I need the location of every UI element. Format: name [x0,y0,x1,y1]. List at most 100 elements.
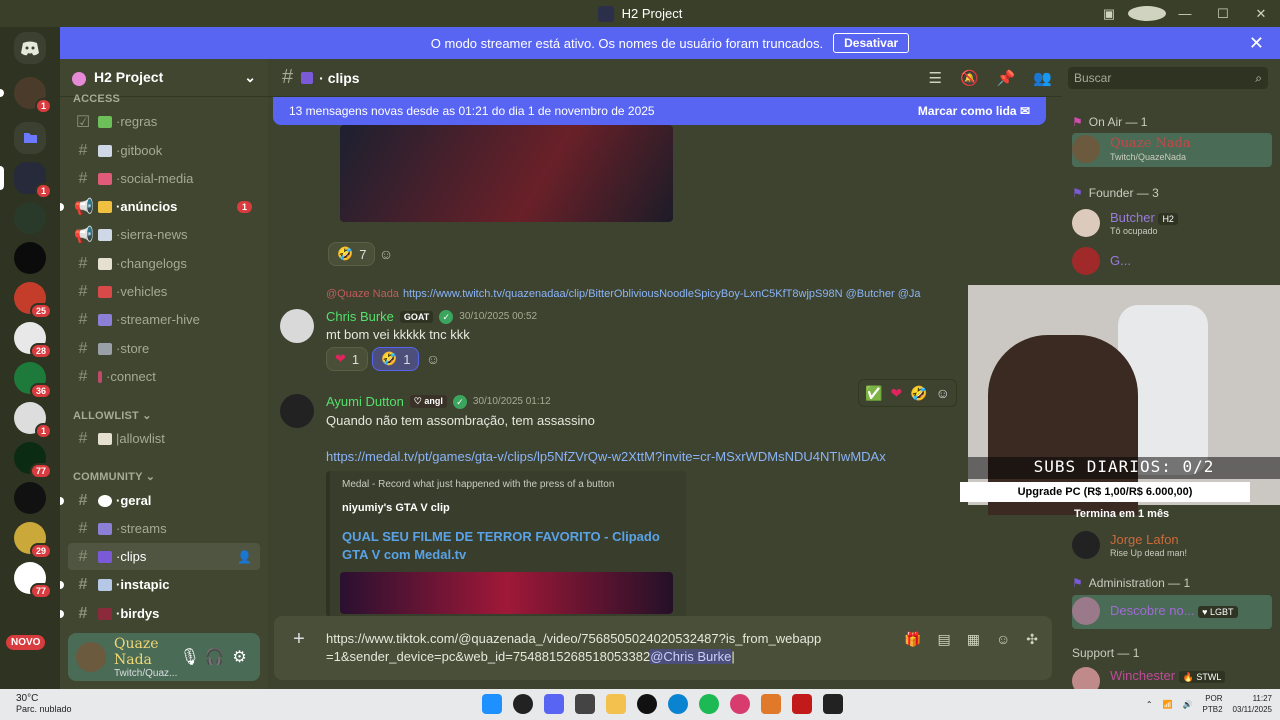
reaction-heart[interactable]: ❤ 1 [326,347,369,371]
message-input[interactable]: https://www.tiktok.com/@quazenada_/video… [326,630,826,666]
gif-icon[interactable]: ▤ [938,631,951,648]
add-reaction-icon[interactable]: ☺ [376,244,396,264]
volume-icon[interactable]: 🔊 [1183,700,1193,709]
gift-icon[interactable]: 🎁 [904,631,921,648]
channel-streamer-hive[interactable]: # · streamer-hive [68,306,260,333]
server-icon[interactable]: 28 [14,322,52,359]
channel-regras[interactable]: ☑ · regras [68,108,260,135]
channel-allowlist[interactable]: # | allowlist [68,425,260,452]
server-icon[interactable]: 36 [14,362,52,399]
add-member-icon[interactable]: 👤 [237,550,252,564]
add-reaction-icon[interactable]: ☺ [423,349,443,369]
app-icon[interactable] [792,694,812,714]
channel-social-media[interactable]: # · social-media [68,165,260,192]
close-banner-icon[interactable]: ✕ [1249,33,1264,54]
mark-as-read-button[interactable]: Marcar como lida ✉ [918,104,1030,118]
sticker-icon[interactable]: ▦ [967,631,980,648]
author-name[interactable]: Ayumi Dutton [326,394,404,409]
member-item[interactable]: Jorge Lafon Rise Up dead man! [1072,529,1272,563]
member-item[interactable]: G... [1072,245,1272,279]
new-messages-bar[interactable]: 13 mensagens novas desde as 01:21 do dia… [273,97,1046,125]
channel-anuncios[interactable]: 📢 · anúncios 1 [60,193,260,220]
app-icon[interactable] [761,694,781,714]
server-vs-icon[interactable] [14,242,46,274]
add-attachment-icon[interactable]: + [288,628,310,650]
reaction-laugh[interactable]: 🤣 7 [328,242,376,266]
category-community[interactable]: COMMUNITY ⌄ [60,470,168,483]
edge-icon[interactable] [668,694,688,714]
app-icon[interactable] [637,694,657,714]
server-icon[interactable]: 1 [0,77,52,114]
novo-badge[interactable]: NOVO [6,635,46,650]
server-icon[interactable]: 25 [14,282,52,319]
deactivate-button[interactable]: Desativar [833,33,910,53]
clock[interactable]: 11:27 03/11/2025 [1233,693,1272,715]
laughing-emoji-icon[interactable]: 🤣 [910,385,927,402]
notification-bell-off-icon[interactable]: 🔕 [960,69,979,87]
reaction-laugh[interactable]: 🤣 1 [372,347,420,371]
member-list-icon[interactable]: 👥 [1033,69,1052,87]
channel-clips[interactable]: # · clips 👤 [68,543,260,570]
spotify-icon[interactable] [699,694,719,714]
member-item[interactable]: Descobre no... ♥ LGBT [1072,595,1272,629]
message-composer[interactable]: + https://www.tiktok.com/@quazenada_/vid… [274,616,1052,680]
guild-tag[interactable]: ♡ angl [409,395,447,408]
discord-taskbar-icon[interactable] [544,694,564,714]
reply-preview[interactable]: @Quaze Nada https://www.twitch.tv/quazena… [326,288,921,300]
server-icon[interactable] [14,482,46,514]
chevron-up-icon[interactable]: ⌃ [1146,700,1153,709]
app-icon[interactable] [823,694,843,714]
author-name[interactable]: Chris Burke [326,309,394,324]
microphone-icon[interactable]: 🎙 [177,647,202,667]
member-item[interactable]: Quaze Nada Twitch/QuazeNada [1072,133,1272,167]
channel-instapic[interactable]: # · instapic [60,571,260,598]
search-input[interactable]: Buscar ⌕ [1068,67,1268,89]
guild-header[interactable]: H2 Project ⌄ [60,59,268,97]
channel-geral[interactable]: # · geral [60,487,260,514]
message-link[interactable]: https://medal.tv/pt/games/gta-v/clips/lp… [326,449,886,464]
minimize-button[interactable]: — [1166,6,1204,21]
pin-icon[interactable]: 📌 [997,69,1016,87]
help-icon[interactable]: ? [1128,6,1166,21]
apps-icon[interactable]: ✣ [1026,631,1038,648]
server-icon[interactable]: 77 [14,562,52,599]
inbox-icon[interactable]: ▣ [1090,6,1128,22]
channel-changelogs[interactable]: # · changelogs [68,250,260,277]
member-item[interactable]: Butcher H2 Tô ocupado [1072,207,1272,241]
video-thumbnail[interactable] [340,125,673,222]
category-access[interactable]: ACCESS [60,93,133,105]
server-h2-icon[interactable]: 1 [0,162,52,199]
app-icon[interactable] [513,694,533,714]
avatar[interactable] [280,309,314,343]
channel-birdys[interactable]: # · birdys [60,600,260,627]
maximize-button[interactable]: ☐ [1204,6,1242,22]
username[interactable]: Quaze Nada [114,636,177,668]
channel-streams[interactable]: # · streams [68,515,260,542]
weather-widget[interactable]: 30°C Parc. nublado [16,693,72,714]
add-reaction-icon[interactable]: ☺ [936,385,950,401]
server-icon[interactable]: 1 [14,402,52,439]
avatar[interactable] [76,642,106,672]
gear-icon[interactable]: ⚙ [227,647,252,667]
avatar[interactable] [280,394,314,428]
folder-icon[interactable] [14,122,46,154]
embed-title[interactable]: QUAL SEU FILME DE TERROR FAVORITO - Clip… [342,528,674,564]
folder-icon[interactable] [606,694,626,714]
server-icon[interactable]: 29 [14,522,52,559]
server-icon[interactable] [14,202,46,234]
embed-author[interactable]: niyumiy's GTA V clip [342,502,674,514]
app-icon[interactable] [575,694,595,714]
check-emoji-icon[interactable]: ✅ [865,385,882,402]
server-icon[interactable]: 77 [14,442,52,479]
opera-icon[interactable] [730,694,750,714]
category-allowlist[interactable]: ALLOWLIST ⌄ [60,409,165,422]
channel-gitbook[interactable]: # · gitbook [68,137,260,164]
discord-home-icon[interactable] [14,32,46,64]
channel-vehicles[interactable]: # · vehicles [68,278,260,305]
emoji-icon[interactable]: ☺ [996,631,1010,648]
embed-provider[interactable]: Medal - Record what just happened with t… [342,479,674,490]
headphones-icon[interactable]: 🎧 [202,647,227,667]
channel-store[interactable]: # · store [68,335,260,362]
close-window-button[interactable]: ✕ [1242,6,1280,22]
channel-connect[interactable]: # · connect [68,363,260,390]
